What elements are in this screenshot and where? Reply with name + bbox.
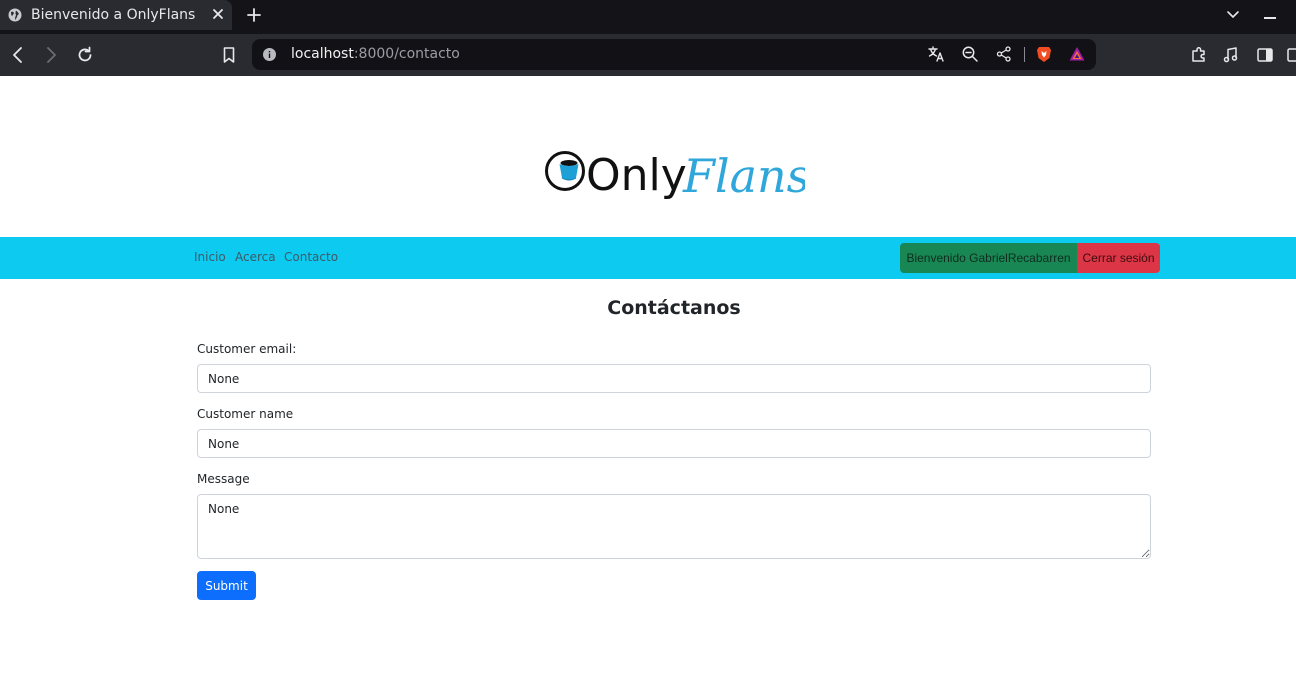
minimize-icon[interactable]: [1264, 17, 1276, 19]
brave-rewards-icon[interactable]: [1068, 45, 1086, 63]
globe-icon: [8, 8, 22, 22]
share-icon[interactable]: [995, 45, 1013, 63]
media-music-icon[interactable]: [1221, 45, 1241, 65]
nav-link-contacto[interactable]: Contacto: [284, 250, 338, 264]
site-info-icon[interactable]: [263, 48, 276, 61]
nav-link-inicio[interactable]: Inicio: [194, 250, 226, 264]
message-label: Message: [197, 472, 250, 486]
address-bar-divider: [1024, 47, 1025, 62]
message-textarea[interactable]: None: [197, 494, 1151, 559]
submit-button[interactable]: Submit: [197, 571, 256, 600]
url-text[interactable]: localhost:8000/contacto: [291, 46, 460, 62]
reload-icon[interactable]: [75, 45, 95, 65]
logout-button[interactable]: Cerrar sesión: [1077, 243, 1160, 273]
name-label: Customer name: [197, 407, 294, 421]
back-icon[interactable]: [8, 45, 28, 65]
wallet-icon[interactable]: [1287, 45, 1296, 65]
onlyflans-logo: Only Flans: [545, 149, 805, 203]
page-content: Only Flans Inicio Acerca Contacto Bienve…: [0, 76, 1296, 673]
new-tab-icon[interactable]: [246, 7, 262, 23]
email-field[interactable]: [197, 364, 1151, 393]
extensions-icon[interactable]: [1189, 45, 1209, 65]
logo-text-light: Flans: [682, 149, 805, 203]
welcome-user-button[interactable]: Bienvenido GabrielRecabarren: [900, 243, 1077, 273]
close-icon[interactable]: [211, 7, 225, 21]
nav-link-acerca[interactable]: Acerca: [235, 250, 276, 264]
url-host: localhost: [291, 46, 354, 62]
name-field[interactable]: [197, 429, 1151, 458]
browser-tab-active[interactable]: Bienvenido a OnlyFlans: [0, 0, 232, 30]
logo-text-dark: Only: [586, 150, 687, 201]
url-path: :8000/contacto: [353, 46, 460, 62]
sidebar-toggle-icon[interactable]: [1255, 45, 1275, 65]
main-navbar: Inicio Acerca Contacto Bienvenido Gabrie…: [0, 237, 1296, 279]
page-title: Contáctanos: [607, 297, 741, 319]
browser-toolbar: localhost:8000/contacto: [0, 34, 1296, 76]
forward-icon[interactable]: [41, 45, 61, 65]
chevron-down-icon[interactable]: [1226, 9, 1240, 21]
tab-title: Bienvenido a OnlyFlans: [31, 7, 196, 23]
zoom-out-icon[interactable]: [961, 45, 979, 63]
email-label: Customer email:: [197, 342, 297, 356]
brave-shield-icon[interactable]: [1035, 45, 1053, 63]
address-bar[interactable]: localhost:8000/contacto: [252, 39, 1096, 70]
translate-icon[interactable]: [927, 45, 945, 63]
browser-tab-bar: Bienvenido a OnlyFlans: [0, 0, 1296, 34]
bookmark-icon[interactable]: [219, 45, 239, 65]
